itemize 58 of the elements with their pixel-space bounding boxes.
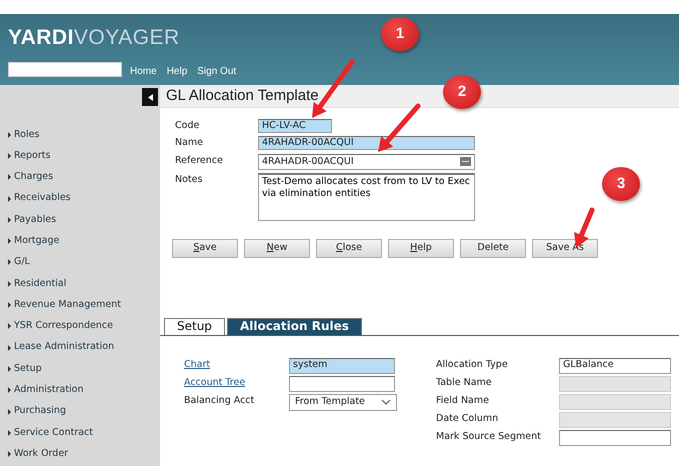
caret-icon: [148, 94, 152, 100]
callout-arrow: [378, 104, 420, 152]
field-label: Allocation Type: [436, 358, 509, 372]
field-value: 4RAHADR-00ACQUI: [262, 156, 354, 168]
sidebar-item[interactable]: G/L: [0, 252, 160, 274]
input-field[interactable]: [559, 430, 671, 446]
field-label: Table Name: [436, 376, 493, 390]
field-label: Balancing Acct: [184, 394, 254, 406]
search-field[interactable]: [8, 62, 122, 77]
sidebar-item[interactable]: Payables: [0, 209, 160, 230]
sidebar-item[interactable]: Work Order: [0, 443, 160, 465]
input-field[interactable]: GLBalance: [559, 358, 671, 374]
field-label: Date Column: [436, 412, 500, 426]
field-link[interactable]: Account Tree: [184, 376, 246, 388]
input-field[interactable]: 4RAHADR-00ACQUI: [258, 136, 475, 150]
sidebar-item[interactable]: Roles: [0, 124, 160, 146]
nav-link[interactable]: Help: [166, 64, 188, 79]
dropdown[interactable]: From Template: [289, 394, 397, 410]
nav-link[interactable]: Sign Out: [197, 64, 236, 79]
action-button[interactable]: New: [244, 238, 310, 258]
sidebar-item[interactable]: Purchasing: [0, 400, 160, 422]
lookup-field[interactable]: 4RAHADR-00ACQUI: [258, 154, 475, 170]
action-button[interactable]: Delete: [460, 238, 526, 258]
dropdown-value: From Template: [295, 394, 365, 409]
input-field[interactable]: [289, 376, 395, 392]
field-label: Code: [175, 119, 200, 133]
tab[interactable]: Allocation Rules: [226, 318, 362, 334]
sidebar-item[interactable]: Administration: [0, 380, 160, 401]
field-link[interactable]: Chart: [184, 358, 210, 370]
sidebar-item[interactable]: Reports: [0, 145, 160, 167]
field-label: Notes: [175, 172, 204, 186]
sidebar-item[interactable]: Receivables: [0, 188, 160, 210]
sidebar-item[interactable]: YSR Correspondence: [0, 316, 160, 337]
sidebar-item[interactable]: Lease Administration: [0, 336, 160, 358]
tab[interactable]: Setup: [164, 318, 225, 334]
sidebar-item[interactable]: Charges: [0, 166, 160, 188]
callout-badge: 3: [602, 167, 640, 201]
notes-field[interactable]: Test-Demo allocates cost from to LV to Exec via elimination entities: [258, 172, 475, 220]
lookup-icon[interactable]: [460, 157, 471, 166]
input-field[interactable]: HC-LV-AC: [258, 119, 332, 133]
sidebar-item[interactable]: Mortgage: [0, 230, 160, 252]
action-button[interactable]: Close: [316, 238, 382, 258]
logo-product: VOYAGER: [74, 26, 180, 50]
sidebar-item[interactable]: Residential: [0, 273, 160, 294]
field-label: Reference: [175, 154, 224, 168]
nav-link[interactable]: Home: [130, 64, 157, 79]
sidebar-item[interactable]: Service Contract: [0, 422, 160, 444]
action-button[interactable]: Save: [172, 238, 238, 258]
field-label: Name: [175, 136, 204, 150]
input-field[interactable]: system: [289, 358, 395, 374]
logo-brand: YARDI: [8, 26, 74, 50]
sidebar-item[interactable]: Revenue Management: [0, 294, 160, 316]
collapse-button[interactable]: [142, 88, 158, 106]
action-button[interactable]: Help: [388, 238, 454, 258]
field-label: Field Name: [436, 394, 490, 408]
sidebar-item[interactable]: Setup: [0, 358, 160, 380]
field-label: Mark Source Segment: [436, 430, 542, 444]
chevron-icon: [381, 399, 391, 405]
